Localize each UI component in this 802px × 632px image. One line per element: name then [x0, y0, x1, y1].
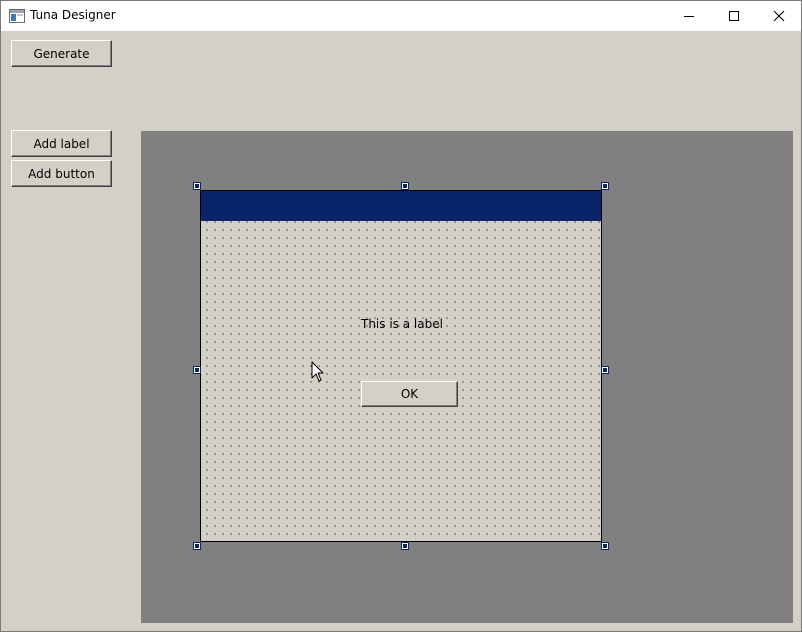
resize-handle-left[interactable] [193, 366, 201, 374]
resize-handle-top-right[interactable] [601, 182, 609, 190]
window-title: Tuna Designer [30, 8, 116, 22]
designed-form[interactable]: This is a label OK [200, 190, 602, 542]
resize-handle-right[interactable] [601, 366, 609, 374]
resize-handle-bottom-right[interactable] [601, 542, 609, 550]
form-label[interactable]: This is a label [361, 317, 443, 331]
resize-handle-top[interactable] [401, 182, 409, 190]
form-ok-button[interactable]: OK [361, 381, 458, 407]
app-window-icon [9, 8, 25, 24]
resize-handle-bottom[interactable] [401, 542, 409, 550]
mouse-pointer-icon [311, 361, 324, 382]
minimize-icon [684, 16, 694, 17]
design-canvas[interactable]: This is a label OK [141, 131, 793, 623]
add-button-button[interactable]: Add button [11, 160, 112, 187]
close-icon [773, 10, 785, 22]
title-bar[interactable]: Tuna Designer [1, 1, 801, 31]
resize-handle-top-left[interactable] [193, 182, 201, 190]
resize-handle-bottom-left[interactable] [193, 542, 201, 550]
form-title-bar[interactable] [201, 191, 601, 221]
app-window: Tuna Designer Generate Add label Add but… [0, 0, 802, 632]
generate-button[interactable]: Generate [11, 40, 112, 67]
maximize-button[interactable] [711, 1, 757, 31]
add-label-button[interactable]: Add label [11, 130, 112, 157]
maximize-icon [729, 11, 739, 21]
minimize-button[interactable] [666, 1, 712, 31]
close-button[interactable] [756, 1, 801, 31]
